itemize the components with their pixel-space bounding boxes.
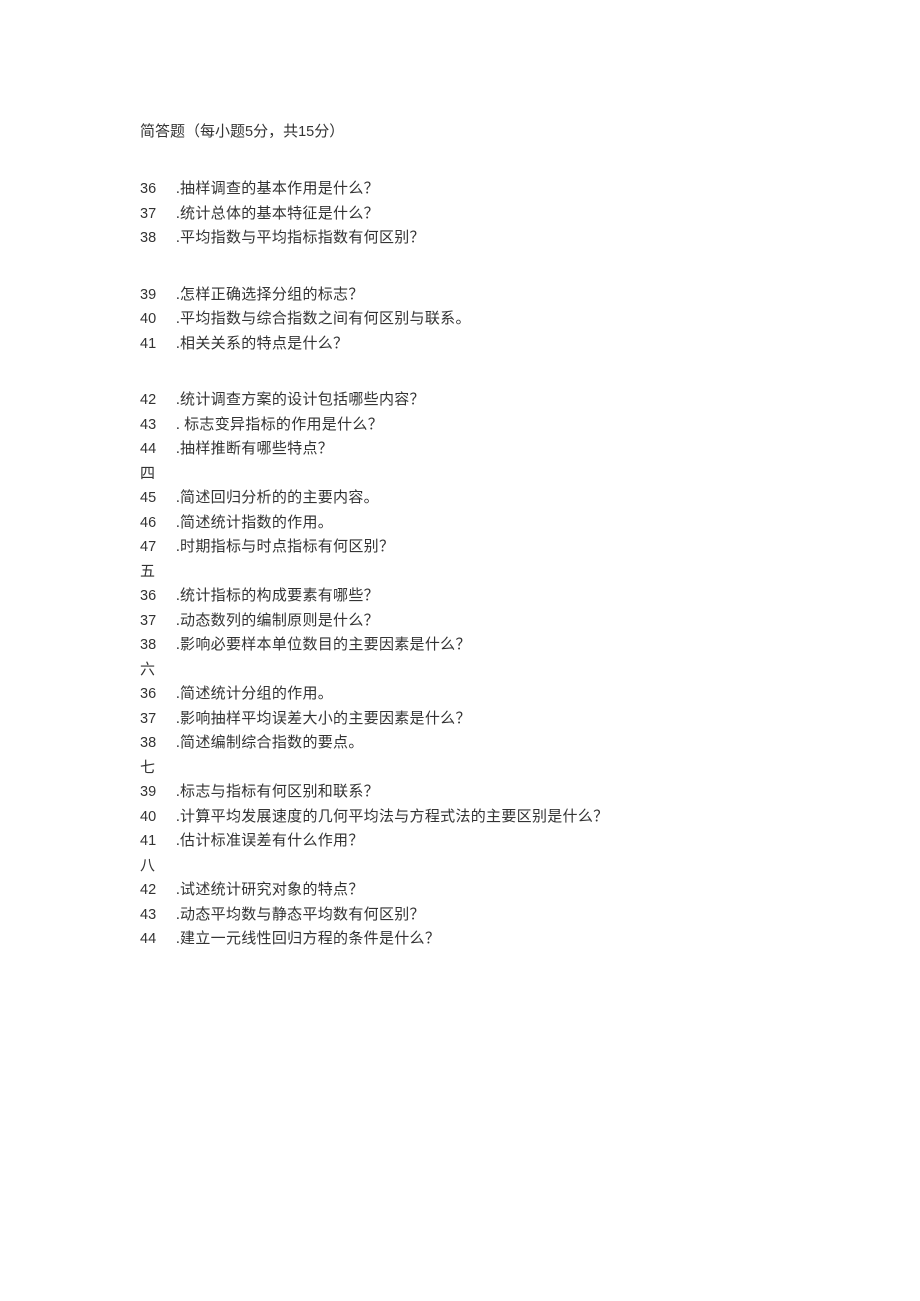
question-number: 39 xyxy=(140,283,176,308)
question-text: .时期指标与时点指标有何区别？ xyxy=(176,535,394,560)
question-groups: 36.抽样调查的基本作用是什么？37.统计总体的基本特征是什么？38.平均指数与… xyxy=(140,177,920,952)
question-text: .标志与指标有何区别和联系？ xyxy=(176,780,379,805)
question-number: 38 xyxy=(140,226,176,251)
question-number: 37 xyxy=(140,609,176,634)
question-line: 40.计算平均发展速度的几何平均法与方程式法的主要区别是什么？ xyxy=(140,805,920,830)
question-text: .怎样正确选择分组的标志？ xyxy=(176,283,364,308)
question-number: 37 xyxy=(140,202,176,227)
question-number: 44 xyxy=(140,437,176,462)
question-number: 36 xyxy=(140,584,176,609)
question-line: 37.影响抽样平均误差大小的主要因素是什么？ xyxy=(140,707,920,732)
question-line: 39.标志与指标有何区别和联系？ xyxy=(140,780,920,805)
question-text: .抽样调查的基本作用是什么？ xyxy=(176,177,379,202)
question-line: 36.简述统计分组的作用。 xyxy=(140,682,920,707)
question-text: .动态数列的编制原则是什么？ xyxy=(176,609,379,634)
instruction-points-total: 15 xyxy=(298,124,314,140)
question-line: 41.相关关系的特点是什么？ xyxy=(140,332,920,357)
question-number: 39 xyxy=(140,780,176,805)
question-number: 46 xyxy=(140,511,176,536)
question-group: 六36.简述统计分组的作用。37.影响抽样平均误差大小的主要因素是什么？38.简… xyxy=(140,658,920,756)
question-group: 39.怎样正确选择分组的标志？40.平均指数与综合指数之间有何区别与联系。41.… xyxy=(140,283,920,357)
question-number: 41 xyxy=(140,829,176,854)
question-number: 40 xyxy=(140,805,176,830)
question-number: 40 xyxy=(140,307,176,332)
question-text: .试述统计研究对象的特点？ xyxy=(176,878,364,903)
question-number: 42 xyxy=(140,388,176,413)
question-group: 七39.标志与指标有何区别和联系？40.计算平均发展速度的几何平均法与方程式法的… xyxy=(140,756,920,854)
question-line: 39.怎样正确选择分组的标志？ xyxy=(140,283,920,308)
question-number: 45 xyxy=(140,486,176,511)
question-group: 36.抽样调查的基本作用是什么？37.统计总体的基本特征是什么？38.平均指数与… xyxy=(140,177,920,251)
question-group: 四45.简述回归分析的的主要内容。46.简述统计指数的作用。47.时期指标与时点… xyxy=(140,462,920,560)
question-text: .统计指标的构成要素有哪些？ xyxy=(176,584,379,609)
question-group: 八42.试述统计研究对象的特点？43.动态平均数与静态平均数有何区别？44.建立… xyxy=(140,854,920,952)
question-line: 40.平均指数与综合指数之间有何区别与联系。 xyxy=(140,307,920,332)
question-line: 42.统计调查方案的设计包括哪些内容？ xyxy=(140,388,920,413)
question-text: .简述统计指数的作用。 xyxy=(176,511,333,536)
question-line: 36.统计指标的构成要素有哪些？ xyxy=(140,584,920,609)
instruction-suffix: 分） xyxy=(314,124,344,140)
question-number: 36 xyxy=(140,177,176,202)
instruction-prefix: 简答题（每小题 xyxy=(140,124,245,140)
question-number: 42 xyxy=(140,878,176,903)
question-line: 44.抽样推断有哪些特点？ xyxy=(140,437,920,462)
question-text: .简述编制综合指数的要点。 xyxy=(176,731,364,756)
question-text: .平均指数与平均指标指数有何区别？ xyxy=(176,226,425,251)
question-line: 44.建立一元线性回归方程的条件是什么？ xyxy=(140,927,920,952)
question-line: 42.试述统计研究对象的特点？ xyxy=(140,878,920,903)
instruction-points-per: 5 xyxy=(245,124,253,140)
question-text: .统计总体的基本特征是什么？ xyxy=(176,202,379,227)
question-line: 38.平均指数与平均指标指数有何区别？ xyxy=(140,226,920,251)
question-line: 38.简述编制综合指数的要点。 xyxy=(140,731,920,756)
question-text: .平均指数与综合指数之间有何区别与联系。 xyxy=(176,307,471,332)
question-number: 38 xyxy=(140,633,176,658)
question-text: . 标志变异指标的作用是什么？ xyxy=(176,413,383,438)
question-number: 37 xyxy=(140,707,176,732)
group-label: 七 xyxy=(140,756,920,781)
group-label: 六 xyxy=(140,658,920,683)
question-text: .计算平均发展速度的几何平均法与方程式法的主要区别是什么？ xyxy=(176,805,608,830)
question-line: 37.统计总体的基本特征是什么？ xyxy=(140,202,920,227)
question-text: .动态平均数与静态平均数有何区别？ xyxy=(176,903,425,928)
question-text: .抽样推断有哪些特点？ xyxy=(176,437,333,462)
question-text: .影响必要样本单位数目的主要因素是什么？ xyxy=(176,633,471,658)
question-text: .影响抽样平均误差大小的主要因素是什么？ xyxy=(176,707,471,732)
question-number: 43 xyxy=(140,903,176,928)
question-number: 36 xyxy=(140,682,176,707)
question-text: .相关关系的特点是什么？ xyxy=(176,332,348,357)
question-line: 47.时期指标与时点指标有何区别？ xyxy=(140,535,920,560)
question-line: 43.动态平均数与静态平均数有何区别？ xyxy=(140,903,920,928)
question-text: .统计调查方案的设计包括哪些内容？ xyxy=(176,388,425,413)
section-instruction: 简答题（每小题5分，共15分） xyxy=(140,120,920,141)
question-line: 38.影响必要样本单位数目的主要因素是什么？ xyxy=(140,633,920,658)
group-label: 八 xyxy=(140,854,920,879)
question-text: .估计标准误差有什么作用？ xyxy=(176,829,364,854)
question-number: 43 xyxy=(140,413,176,438)
question-line: 46.简述统计指数的作用。 xyxy=(140,511,920,536)
question-line: 45.简述回归分析的的主要内容。 xyxy=(140,486,920,511)
question-line: 43. 标志变异指标的作用是什么？ xyxy=(140,413,920,438)
question-line: 36.抽样调查的基本作用是什么？ xyxy=(140,177,920,202)
question-group: 42.统计调查方案的设计包括哪些内容？43. 标志变异指标的作用是什么？44.抽… xyxy=(140,388,920,462)
question-group: 五36.统计指标的构成要素有哪些？37.动态数列的编制原则是什么？38.影响必要… xyxy=(140,560,920,658)
question-line: 41.估计标准误差有什么作用？ xyxy=(140,829,920,854)
question-text: .简述回归分析的的主要内容。 xyxy=(176,486,379,511)
question-text: .简述统计分组的作用。 xyxy=(176,682,333,707)
group-label: 四 xyxy=(140,462,920,487)
question-number: 41 xyxy=(140,332,176,357)
instruction-mid: 分，共 xyxy=(253,124,298,140)
group-label: 五 xyxy=(140,560,920,585)
question-text: .建立一元线性回归方程的条件是什么？ xyxy=(176,927,440,952)
question-number: 38 xyxy=(140,731,176,756)
question-number: 47 xyxy=(140,535,176,560)
question-number: 44 xyxy=(140,927,176,952)
question-line: 37.动态数列的编制原则是什么？ xyxy=(140,609,920,634)
